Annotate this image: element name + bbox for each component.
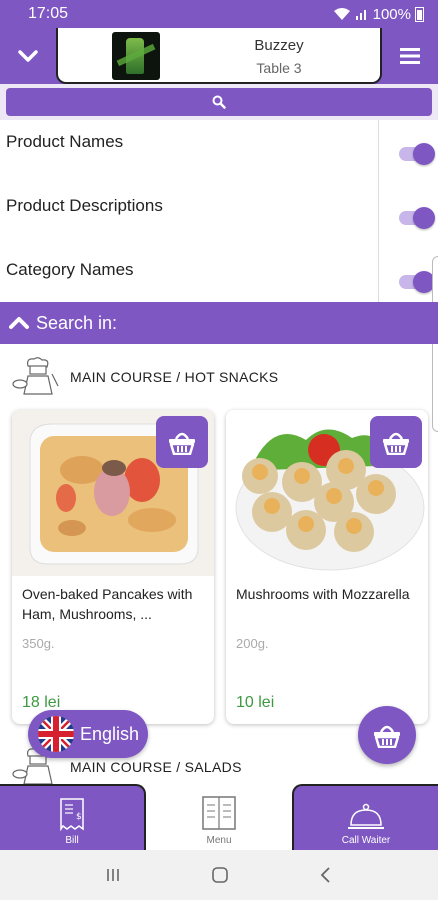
- product-name: Mushrooms with Mozzarella: [236, 586, 410, 602]
- battery-percent: 100%: [372, 5, 411, 23]
- home-icon[interactable]: [211, 866, 229, 884]
- product-price: 10 lei: [236, 694, 275, 711]
- toggle-product-names[interactable]: [399, 143, 435, 165]
- category-header[interactable]: MAIN COURSE / HOT SNACKS: [0, 352, 438, 400]
- cloche-icon: [348, 803, 384, 829]
- product-card[interactable]: Mushrooms with Mozzarella 200g. 10 lei: [226, 410, 428, 724]
- status-bar: 17:05 100%: [0, 0, 438, 28]
- tab-bill[interactable]: $ Bill: [0, 784, 146, 850]
- collapse-button[interactable]: [0, 28, 56, 84]
- language-label: English: [80, 723, 140, 744]
- search-input[interactable]: [6, 88, 432, 116]
- table-number: Table 3: [256, 60, 302, 76]
- cart-button[interactable]: [358, 706, 416, 764]
- bottom-nav: $ Bill Menu Call Waiter: [0, 784, 438, 850]
- signal-icon: [355, 10, 366, 20]
- language-button[interactable]: English: [28, 710, 148, 758]
- add-to-cart-button[interactable]: [370, 416, 422, 468]
- svg-text:$: $: [76, 812, 82, 822]
- wifi-icon: [333, 8, 350, 20]
- basket-icon: [383, 432, 409, 455]
- back-icon[interactable]: [319, 866, 333, 884]
- venue-card[interactable]: Buzzey Table 3: [56, 28, 382, 84]
- tab-call-waiter[interactable]: Call Waiter: [292, 784, 438, 850]
- tab-call-waiter-label: Call Waiter: [341, 835, 391, 846]
- option-label: Product Descriptions: [6, 196, 163, 215]
- option-label: Category Names: [6, 260, 134, 279]
- product-card[interactable]: Oven-baked Pancakes with Ham, Mushrooms,…: [12, 410, 214, 724]
- uk-flag-icon: [38, 716, 74, 752]
- toggle-product-descriptions[interactable]: [399, 207, 435, 229]
- category-title: MAIN COURSE / SALADS: [70, 759, 242, 775]
- search-icon: [212, 95, 226, 109]
- chef-icon: [12, 357, 59, 395]
- venue-name: Buzzey: [254, 37, 304, 54]
- search-in-label: Search in:: [36, 312, 118, 333]
- venue-logo: [112, 32, 160, 80]
- tab-menu[interactable]: Menu: [146, 784, 292, 850]
- tab-menu-label: Menu: [206, 835, 232, 846]
- side-panel-handle[interactable]: [432, 256, 438, 432]
- category-title: MAIN COURSE / HOT SNACKS: [70, 369, 279, 385]
- hamburger-icon: [400, 48, 420, 64]
- recent-apps-icon[interactable]: [105, 867, 121, 883]
- toggle-column: [378, 120, 438, 302]
- search-section: [0, 84, 438, 120]
- chevron-down-icon: [18, 50, 38, 62]
- system-nav-bar: [0, 850, 438, 900]
- menu-button[interactable]: [382, 28, 438, 84]
- status-time: 17:05: [28, 5, 69, 22]
- option-product-descriptions: Product Descriptions: [0, 184, 378, 248]
- product-weight: 350g.: [22, 636, 55, 651]
- option-product-names: Product Names: [0, 120, 378, 184]
- menu-book-icon: [202, 796, 236, 830]
- receipt-icon: $: [60, 798, 84, 831]
- product-weight: 200g.: [236, 636, 269, 651]
- chevron-up-icon: [8, 316, 30, 330]
- toggle-category-names[interactable]: [399, 271, 435, 293]
- option-label: Product Names: [6, 132, 124, 151]
- basket-icon: [374, 725, 400, 748]
- battery-icon: [415, 6, 424, 22]
- search-in-bar[interactable]: Search in:: [0, 302, 438, 344]
- add-to-cart-button[interactable]: [156, 416, 208, 468]
- tab-bill-label: Bill: [65, 835, 79, 846]
- product-name: Oven-baked Pancakes with Ham, Mushrooms,…: [22, 586, 193, 622]
- app-header: Buzzey Table 3: [0, 28, 438, 84]
- basket-icon: [169, 432, 195, 455]
